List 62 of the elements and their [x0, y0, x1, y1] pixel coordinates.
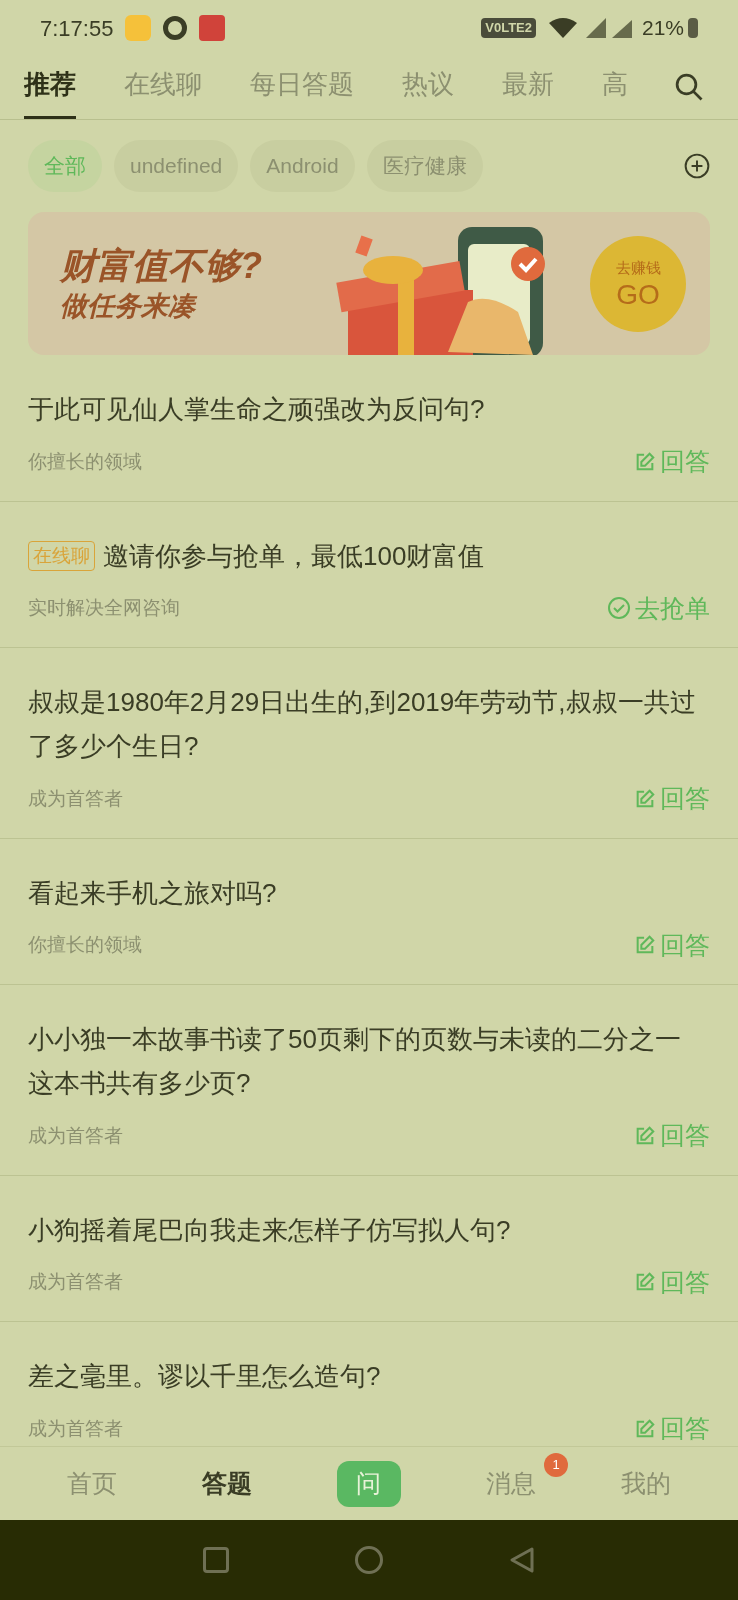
wifi-icon — [547, 17, 578, 39]
tag: 在线聊 — [28, 540, 95, 571]
back-icon[interactable] — [509, 1546, 535, 1574]
app-icon — [125, 15, 152, 41]
category-chip[interactable]: 医疗健康 — [366, 140, 483, 192]
tab[interactable]: 推荐 — [24, 65, 76, 119]
question-note: 实时解决全网咨询 — [28, 596, 180, 620]
battery-percent: 21% — [641, 15, 684, 42]
category-chip[interactable]: 全部 — [28, 140, 102, 192]
tab[interactable]: 每日答题 — [250, 65, 354, 119]
question-title[interactable]: 于此可见仙人掌生命之顽强改为反问句? — [28, 387, 485, 431]
action-link[interactable]: 回答 — [660, 1117, 710, 1155]
search-icon[interactable] — [674, 72, 704, 102]
edit-icon — [634, 787, 656, 810]
signal-icon — [611, 18, 634, 38]
question-note: 成为首答者 — [28, 1416, 123, 1441]
action-link[interactable]: 去抢单 — [635, 589, 710, 627]
question-note: 你擅长的领域 — [28, 449, 142, 474]
action-link[interactable]: 回答 — [660, 1410, 710, 1446]
question-note: 成为首答者 — [28, 1270, 123, 1294]
tab[interactable]: 在线聊 — [124, 65, 202, 119]
battery-icon — [688, 18, 698, 38]
nav-tab[interactable]: 我的 — [621, 1464, 672, 1503]
nav-tab[interactable]: 答题 — [201, 1464, 252, 1503]
notification-badge: 1 — [544, 1452, 569, 1477]
volte-badge: V0LTE2 — [481, 18, 536, 38]
question-title[interactable]: 邀请你参与抢单，最低100财富值 — [103, 533, 485, 578]
edit-icon — [634, 1417, 656, 1440]
edit-icon — [634, 450, 656, 473]
promo-banner[interactable]: 财富值不够? 做任务来凑 去赚钱 GO — [28, 212, 710, 355]
add-icon[interactable] — [684, 153, 710, 179]
tab[interactable]: 热议 — [402, 65, 454, 119]
category-chip[interactable]: Android — [250, 140, 355, 192]
signal-icon — [585, 18, 608, 38]
action-link[interactable]: 回答 — [660, 443, 710, 481]
question-title[interactable]: 小小独一本故事书读了50页剩下的页数与未读的二分之一这本书共有多少页? — [28, 1017, 702, 1105]
question-note: 成为首答者 — [28, 1123, 123, 1148]
category-chip[interactable]: undefined — [114, 140, 239, 192]
home-icon[interactable] — [355, 1546, 383, 1574]
nav-tab[interactable]: 消息 — [486, 1464, 537, 1503]
action-link[interactable]: 回答 — [660, 1263, 710, 1301]
question-title[interactable]: 差之毫里。谬以千里怎么造句? — [28, 1354, 381, 1398]
question-note: 成为首答者 — [28, 786, 123, 811]
ask-button[interactable]: 问 — [336, 1460, 401, 1507]
question-title[interactable]: 看起来手机之旅对吗? — [28, 870, 277, 915]
action-link[interactable]: 回答 — [660, 780, 710, 818]
edit-icon — [634, 1124, 656, 1147]
app-icon — [199, 15, 226, 41]
banner-subtitle: 做任务来凑 — [60, 287, 318, 324]
banner-title: 财富值不够? — [60, 243, 263, 288]
tab[interactable]: 最新 — [502, 65, 554, 119]
check-circle-icon — [607, 596, 631, 621]
nav-tab[interactable]: 首页 — [66, 1464, 117, 1503]
status-time: 7:17:55 — [40, 14, 114, 43]
recent-apps-icon[interactable] — [203, 1547, 229, 1573]
question-note: 你擅长的领域 — [28, 933, 142, 957]
coin-button[interactable]: 去赚钱 GO — [590, 235, 686, 332]
camera-app-icon — [163, 16, 188, 40]
question-title[interactable]: 叔叔是1980年2月29日出生的,到2019年劳动节,叔叔一共过了多少个生日? — [28, 680, 702, 768]
action-link[interactable]: 回答 — [660, 926, 710, 964]
tab[interactable]: 高 — [602, 65, 628, 119]
question-title[interactable]: 小狗摇着尾巴向我走来怎样子仿写拟人句? — [28, 1207, 511, 1252]
